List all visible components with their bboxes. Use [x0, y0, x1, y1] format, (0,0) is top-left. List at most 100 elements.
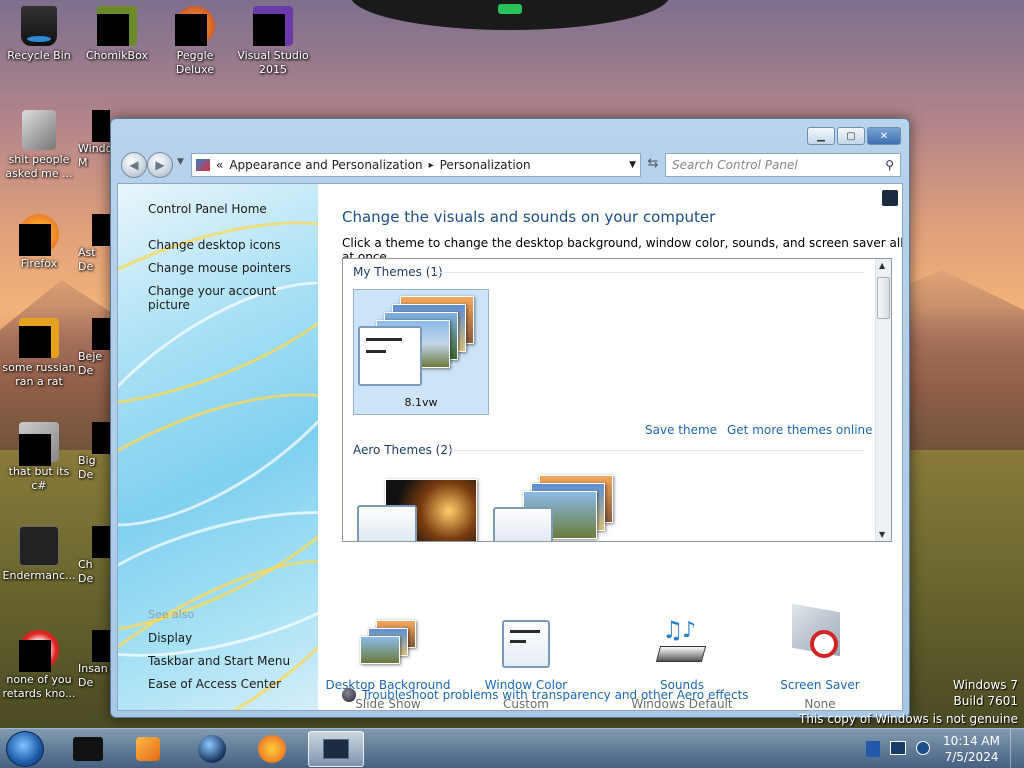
troubleshoot-link[interactable]: Troubleshoot problems with transparency …	[342, 688, 749, 702]
desktop-icon-partial[interactable]: Big De	[78, 422, 110, 482]
breadcrumb-appearance[interactable]: Appearance and Personalization	[229, 158, 422, 172]
scroll-thumb[interactable]	[877, 277, 890, 319]
desktop-icon-enderman[interactable]: Endermanc...	[0, 526, 78, 583]
taskbar-app-chomikbox[interactable]	[60, 731, 116, 767]
screen-saver-icon	[792, 603, 848, 672]
desktop-icon-partial[interactable]: Ch De	[78, 526, 110, 586]
back-button[interactable]: ◀	[121, 152, 147, 178]
navigation-bar: ◀ ▶ ▼ « Appearance and Personalization ▸…	[119, 151, 903, 179]
window-preview-icon	[358, 326, 422, 386]
page-title: Change the visuals and sounds on your co…	[342, 208, 716, 226]
themes-list: My Themes (1) 8.1vw Save theme Get more …	[342, 258, 892, 542]
themes-scrollbar[interactable]: ▲ ▼	[875, 259, 891, 541]
firefox-icon	[19, 214, 59, 256]
theme-tile-aero-2[interactable]	[493, 473, 617, 541]
screen-saver-button[interactable]: Screen Saver None	[750, 603, 890, 710]
breadcrumb-personalization[interactable]: Personalization	[440, 158, 531, 172]
maximize-button[interactable]: ▢	[837, 127, 865, 145]
address-bar[interactable]: « Appearance and Personalization ▸ Perso…	[191, 153, 641, 177]
minimize-button[interactable]: ▁	[807, 127, 835, 145]
clock[interactable]: 10:14 AM 7/5/2024	[943, 733, 1000, 765]
breadcrumb-sep: «	[216, 158, 224, 172]
desktop-icon-chomikbox[interactable]: ChomikBox	[78, 6, 156, 63]
sounds-icon: ♫ ♪	[654, 616, 710, 672]
not-genuine-notice: This copy of Windows is not genuine	[799, 712, 1018, 726]
desktop-icon-partial[interactable]: Beje De	[78, 318, 110, 378]
control-panel-icon	[196, 159, 210, 171]
desktop-icon-partial[interactable]: Windo M	[78, 110, 110, 170]
console-icon	[19, 526, 59, 566]
taskbar-app-globe[interactable]	[184, 731, 240, 767]
windows-version-watermark: Windows 7 Build 7601	[952, 678, 1018, 708]
breadcrumb-arrow-icon[interactable]: ▸	[429, 160, 434, 171]
desktop-icon-firefox[interactable]: Firefox	[0, 214, 78, 271]
see-also-heading: See also	[148, 608, 195, 621]
search-input[interactable]: Search Control Panel ⚲	[665, 153, 901, 177]
scroll-down-icon[interactable]: ▼	[879, 530, 885, 539]
desktop-icon-label: Firefox	[20, 257, 58, 270]
taskbar-app-firefox[interactable]	[244, 731, 300, 767]
tray-monitor-icon[interactable]	[890, 741, 906, 755]
desktop-icon-label: some russian ran a rat	[2, 361, 76, 388]
desktop-icon-recycle-bin[interactable]: Recycle Bin	[0, 6, 78, 63]
desktop-icon-c-sharp[interactable]: that but its c#	[0, 422, 78, 493]
display-link[interactable]: Display	[148, 631, 192, 645]
top-gadget	[350, 0, 670, 30]
show-desktop-button[interactable]	[1010, 729, 1024, 768]
content-area: Control Panel Home Change desktop icons …	[117, 183, 903, 711]
theme-tile-8-1vw[interactable]: 8.1vw	[353, 289, 489, 415]
recent-pages-chevron-icon[interactable]: ▼	[177, 157, 184, 167]
aero-themes-heading: Aero Themes (2)	[353, 443, 453, 457]
desktop-icon-label: ChomikBox	[86, 49, 148, 62]
forward-button[interactable]: ▶	[147, 152, 173, 178]
desktop-icon-partial[interactable]: Ast De	[78, 214, 110, 274]
search-icon[interactable]: ⚲	[885, 158, 894, 172]
control-panel-home-link[interactable]: Control Panel Home	[148, 202, 267, 216]
desktop-icon-label: shit people asked me ...	[5, 153, 73, 180]
desktop-icon-label: Peggle Deluxe	[175, 49, 215, 76]
refresh-icon[interactable]: ⇆	[643, 156, 663, 174]
desktop-icon-russian[interactable]: some russian ran a rat	[0, 318, 78, 389]
taskbar-start-menu-link[interactable]: Taskbar and Start Menu	[148, 654, 290, 668]
copy-icon	[19, 422, 59, 466]
help-icon[interactable]	[882, 190, 898, 206]
desktop-icon-label: Recycle Bin	[7, 49, 71, 62]
recycle-bin-icon	[21, 6, 57, 46]
desktop-icon-retards[interactable]: none of you retards kno...	[0, 630, 78, 701]
get-more-themes-link[interactable]: Get more themes online	[727, 423, 873, 437]
start-button[interactable]	[6, 731, 44, 767]
app-icon	[19, 318, 59, 358]
desktop-icon-folder[interactable]: shit people asked me ...	[0, 110, 78, 181]
ease-of-access-link[interactable]: Ease of Access Center	[148, 677, 281, 691]
scroll-up-icon[interactable]: ▲	[879, 261, 885, 270]
desktop-icon-partial[interactable]: Insan De	[78, 630, 110, 690]
tray-network-icon[interactable]	[916, 741, 930, 755]
personalization-window: ▁ ▢ ✕ ◀ ▶ ▼ « Appearance and Personaliza…	[110, 118, 910, 718]
change-mouse-pointers-link[interactable]: Change mouse pointers	[148, 261, 291, 275]
theme-tile-aero-1[interactable]	[357, 475, 481, 541]
desktop-icon-peggle[interactable]: Peggle Deluxe	[156, 6, 234, 77]
title-buttons: ▁ ▢ ✕	[807, 127, 901, 145]
window-color-icon	[498, 620, 554, 672]
change-account-picture-link[interactable]: Change your account picture	[148, 284, 318, 312]
sidebar: Control Panel Home Change desktop icons …	[118, 184, 318, 710]
app-icon	[19, 630, 59, 672]
peggle-icon	[175, 6, 215, 46]
address-dropdown-icon[interactable]: ▼	[629, 160, 636, 170]
taskbar-app-control-panel[interactable]	[308, 731, 364, 767]
desktop-icon-label: none of you retards kno...	[2, 673, 76, 700]
desktop-icon-visual-studio[interactable]: Visual Studio 2015	[234, 6, 312, 77]
close-button[interactable]: ✕	[867, 127, 901, 145]
desktop-icon-label: that but its c#	[8, 465, 70, 492]
tray-icon-1[interactable]	[866, 741, 880, 757]
change-desktop-icons-link[interactable]: Change desktop icons	[148, 238, 281, 252]
taskbar-app-media-player[interactable]	[120, 731, 176, 767]
save-theme-link[interactable]: Save theme	[645, 423, 717, 437]
folder-icon	[22, 110, 56, 150]
my-themes-heading: My Themes (1)	[353, 265, 443, 279]
chomikbox-icon	[97, 6, 137, 46]
troubleshoot-icon	[342, 688, 356, 702]
desktop-icon-label: Endermanc...	[2, 569, 76, 582]
visual-studio-icon	[253, 6, 293, 46]
tray-icons	[866, 741, 930, 757]
